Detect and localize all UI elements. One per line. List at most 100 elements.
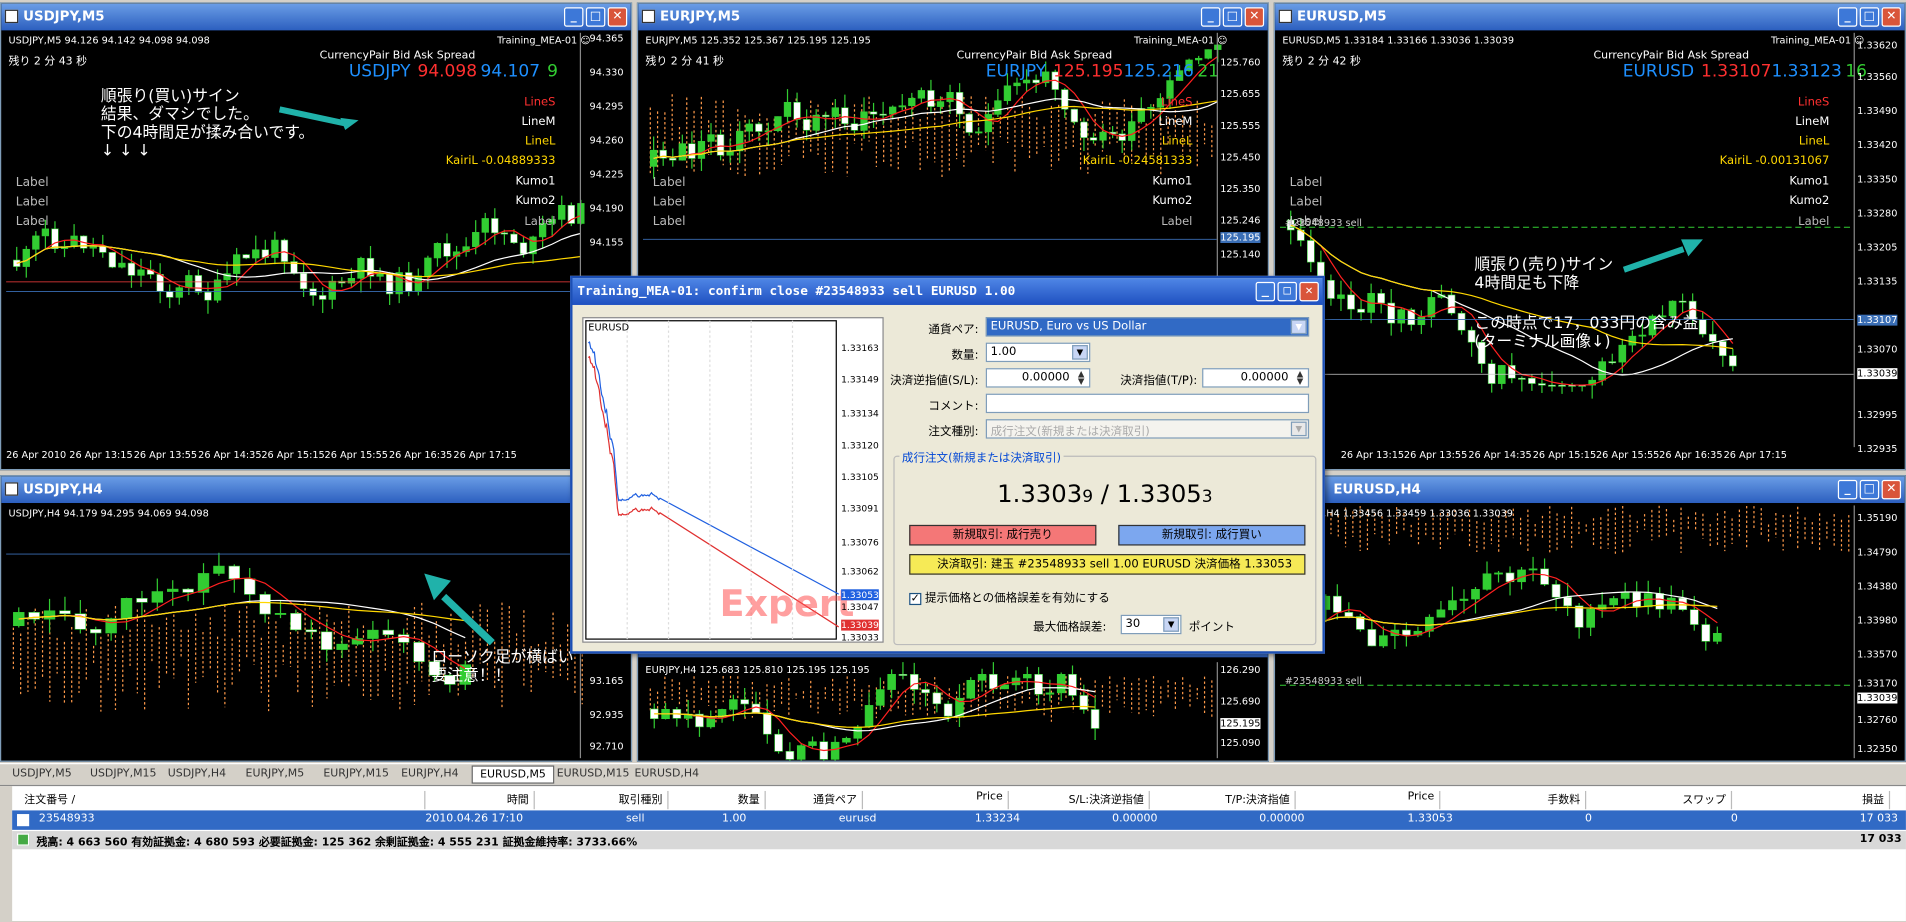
chart-tab[interactable]: EURUSD,M5: [471, 765, 555, 784]
price-chart[interactable]: EURUSD,M5 1.33184 1.33166 1.33036 1.3303…: [1279, 32, 1900, 467]
minimize-button[interactable]: _: [1837, 7, 1858, 27]
close-position-button[interactable]: 決済取引: 建玉 #23548933 sell 1.00 EURUSD 決済価格…: [909, 554, 1306, 575]
pair-select[interactable]: EURUSD, Euro vs US Dollar ▼: [985, 317, 1310, 337]
chevron-down-icon[interactable]: ▼: [1290, 421, 1307, 437]
chart-tab[interactable]: EURJPY,M5: [238, 765, 311, 783]
tick-price-axis: 1.33163 1.33149 1.33134 1.33120 1.33105 1.330…: [839, 318, 883, 643]
chart-window-usdjpy-h4[interactable]: USDJPY,H4 USDJPY,H4 94.179 94.295 94.069…: [0, 475, 633, 762]
chevron-down-icon[interactable]: ▼: [1163, 617, 1180, 632]
candle-body: [252, 249, 260, 259]
market-buy-button[interactable]: 新規取引: 成行買い: [1118, 524, 1306, 546]
candle-body: [977, 674, 987, 681]
chevron-down-icon[interactable]: ▼: [1072, 345, 1088, 360]
price-chart[interactable]: EURJPY,H4 125.683 125.810 125.195 125.19…: [642, 662, 1263, 761]
price-chart[interactable]: USDJPY,M5 94.126 94.142 94.098 94.098 残り…: [6, 32, 626, 467]
candle-body: [500, 232, 509, 235]
chart-window-usdjpy-m5[interactable]: USDJPY,M5 _ □ ✕ USDJPY,M5 94.126 94.142 94…: [0, 2, 633, 471]
candle-body: [864, 705, 874, 728]
close-button[interactable]: ✕: [1881, 7, 1902, 27]
close-button[interactable]: ✕: [1299, 281, 1319, 302]
candle-body: [736, 130, 744, 152]
dialog-title-bar[interactable]: Training_MEA-01: confirm close #23548933…: [572, 278, 1323, 305]
position-row[interactable]: 23548933 2010.04.26 17:10 sell 1.00 euru…: [12, 810, 1906, 830]
price-chart[interactable]: EURUSD,H4 1.33456 1.33459 1.33036 1.3303…: [1279, 505, 1900, 759]
window-title: EURUSD,H4: [1333, 481, 1421, 497]
chart-window-eurusd-m5[interactable]: EURUSD,M5 _ □ ✕ EURUSD,M5 1.33184 1.33166 …: [1273, 2, 1906, 471]
chart-tab[interactable]: EURUSD,M15: [549, 765, 636, 783]
window-title-bar[interactable]: EURJPY,M5 _ □ ✕: [638, 3, 1268, 31]
cell-open-price: 1.33234: [974, 812, 1021, 825]
chart-tab[interactable]: EURUSD,H4: [627, 765, 706, 783]
candle-body: [1574, 605, 1584, 628]
column-header[interactable]: 取引種別: [547, 790, 669, 810]
minimize-button[interactable]: _: [1200, 7, 1221, 27]
quantity-select[interactable]: 1.00 ▼: [985, 342, 1091, 363]
candle-body: [136, 598, 148, 603]
chart-tab[interactable]: USDJPY,M5: [5, 765, 79, 783]
market-sell-button[interactable]: 新規取引: 成行売り: [909, 524, 1097, 546]
annotation-note: 順張り(買い)サイン 結果、ダマシでした。 下の4時間足が揉み合いです。 ↓ ↓ ↓: [100, 87, 315, 161]
minimize-button[interactable]: _: [1255, 281, 1276, 302]
quote-ask: 94.107: [480, 61, 541, 82]
window-title-bar[interactable]: USDJPY,H4: [1, 476, 631, 504]
maximize-button[interactable]: □: [585, 7, 606, 27]
price-chart[interactable]: USDJPY,H4 94.179 94.295 94.069 94.098 ロー…: [6, 505, 626, 759]
chart-tab[interactable]: USDJPY,M15: [83, 765, 164, 783]
minimize-button[interactable]: _: [563, 7, 584, 27]
column-header[interactable]: Price: [875, 790, 1009, 810]
candle-body: [424, 257, 432, 277]
chart-window-eurusd-h4[interactable]: EURUSD,H4 _ □ ✕ EURUSD,H4 1.33456 1.33459 …: [1273, 475, 1906, 762]
stop-loss-label: 決済逆指値(S/L):: [890, 374, 979, 388]
indicator-kairi: KairiL -0.04889333: [445, 154, 556, 168]
comment-input[interactable]: [985, 393, 1310, 414]
candle-body: [869, 111, 878, 115]
max-deviation-select[interactable]: 30 ▼: [1120, 614, 1182, 635]
window-title-bar[interactable]: EURUSD,H4 _ □ ✕: [1275, 476, 1905, 504]
window-title-bar[interactable]: USDJPY,M5 _ □ ✕: [1, 3, 631, 31]
candle-body: [850, 123, 859, 131]
candle-body: [194, 275, 203, 293]
maximize-button[interactable]: □: [1859, 7, 1880, 27]
chart-window-eurjpy-h4[interactable]: EURJPY,H4 125.683 125.810 125.195 125.19…: [636, 643, 1269, 762]
column-header[interactable]: 注文番号 /: [24, 790, 426, 810]
close-button[interactable]: ✕: [607, 7, 628, 27]
chart-tab[interactable]: USDJPY,H4: [160, 765, 233, 783]
close-button[interactable]: ✕: [1244, 7, 1265, 27]
order-type-select[interactable]: 成行注文(新規または決済取引) ▼: [985, 419, 1310, 439]
column-header[interactable]: T/P:決済指値: [1162, 790, 1296, 810]
candle-body: [822, 114, 830, 117]
stepper-icon[interactable]: ▲ ▼: [1075, 370, 1088, 386]
column-header[interactable]: スワップ: [1598, 790, 1733, 810]
cell-current-price: 1.33053: [1407, 812, 1453, 825]
candle-body: [1080, 121, 1088, 138]
confirm-close-dialog[interactable]: Training_MEA-01: confirm close #23548933…: [570, 275, 1325, 654]
maximize-button[interactable]: □: [1859, 479, 1880, 500]
column-header[interactable]: S/L:決済逆指値: [1016, 790, 1150, 810]
chart-tab[interactable]: EURJPY,M15: [316, 765, 396, 783]
column-header[interactable]: 時間: [413, 790, 535, 810]
stop-loss-input[interactable]: 0.00000 ▲ ▼: [985, 368, 1091, 388]
total-profit: 17 033: [1859, 833, 1902, 846]
minimize-button[interactable]: _: [1837, 479, 1858, 500]
stepper-icon[interactable]: ▲ ▼: [1293, 370, 1306, 386]
maximize-button[interactable]: □: [1277, 281, 1297, 302]
column-header[interactable]: 手数料: [1453, 790, 1587, 810]
column-header[interactable]: 通貨ペア: [778, 790, 864, 810]
candle-body: [137, 269, 145, 276]
column-header[interactable]: 損益: [1744, 790, 1891, 810]
chevron-down-icon[interactable]: ▼: [1290, 319, 1307, 335]
deviation-checkbox-row[interactable]: ✓ 提示価格との価格誤差を有効にする: [909, 588, 1110, 606]
candle-body: [984, 114, 992, 133]
deviation-checkbox[interactable]: ✓: [909, 592, 922, 606]
column-header[interactable]: 数量: [681, 790, 766, 810]
candle-body: [167, 588, 179, 592]
chart-tab[interactable]: EURJPY,H4: [394, 765, 466, 783]
maximize-button[interactable]: □: [1222, 7, 1243, 27]
indicator-kumo1: Kumo1: [1789, 174, 1830, 189]
window-title-bar[interactable]: EURUSD,M5 _ □ ✕: [1275, 3, 1905, 31]
column-header[interactable]: Price: [1307, 790, 1441, 810]
candle-body: [1377, 293, 1385, 304]
take-profit-input[interactable]: 0.00000 ▲ ▼: [1202, 368, 1310, 388]
bar-timer: 残り 2 分 42 秒: [1282, 55, 1361, 69]
close-button[interactable]: ✕: [1881, 479, 1902, 500]
